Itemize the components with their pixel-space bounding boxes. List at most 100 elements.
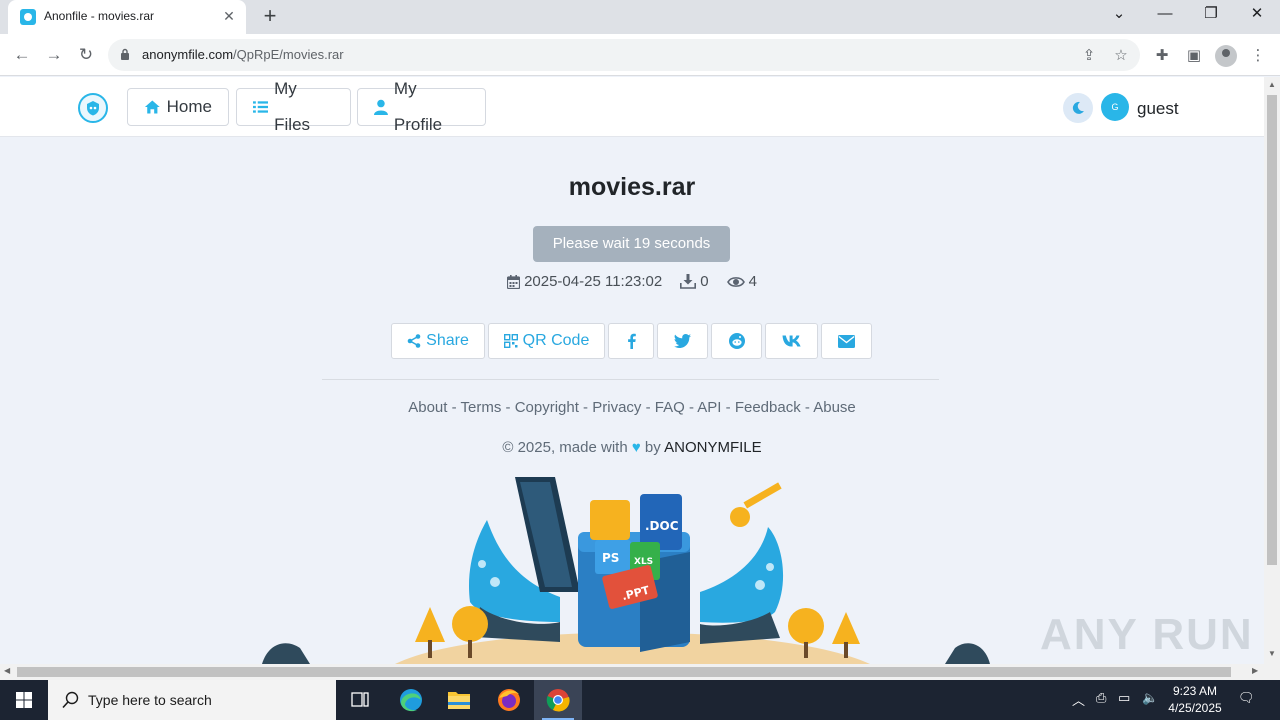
clock-time: 9:23 AM [1172, 684, 1218, 698]
email-share-button[interactable] [821, 323, 872, 359]
qr-code-label: QR Code [522, 332, 590, 349]
site-favicon-icon [20, 9, 36, 25]
reddit-share-button[interactable] [711, 323, 762, 359]
share-page-icon[interactable]: ⇪ [1080, 47, 1098, 65]
vk-share-button[interactable] [765, 323, 818, 359]
username-label[interactable]: guest [1137, 99, 1179, 119]
qr-code-button[interactable]: QR Code [488, 323, 605, 359]
clock-date: 4/25/2025 [1168, 701, 1222, 715]
reddit-icon [728, 333, 745, 349]
home-icon [144, 100, 160, 114]
tray-device-icon[interactable]: ⎙ [1096, 690, 1106, 706]
facebook-icon [627, 333, 636, 349]
download-count-icon [680, 274, 697, 289]
horizontal-scroll-thumb[interactable] [17, 667, 1231, 677]
vertical-scrollbar[interactable]: ▲ ▼ [1264, 77, 1280, 664]
nav-my-files-label: My Files [274, 79, 311, 134]
address-bar[interactable]: anonymfile.com/QpRpE/movies.rar ⇪ ☆ [108, 39, 1140, 71]
tab-search-icon[interactable]: ⌄ [1096, 0, 1142, 30]
nav-home-button[interactable]: Home [127, 88, 229, 126]
svg-text:.DOC: .DOC [645, 519, 679, 533]
tab-close-icon[interactable]: ✕ [220, 7, 238, 25]
footer-link-about[interactable]: About [408, 399, 447, 416]
horizontal-scrollbar[interactable]: ◀ ▶ [0, 664, 1264, 680]
share-button[interactable]: Share [391, 323, 485, 359]
lock-icon [121, 48, 129, 60]
share-icon [407, 334, 421, 348]
notifications-icon[interactable]: 🗨 [1238, 690, 1255, 706]
share-buttons: Share QR Code [391, 323, 872, 359]
list-icon [253, 101, 269, 113]
footer-links: About - Terms - Copyright - Privacy - FA… [408, 399, 856, 416]
side-panel-icon[interactable]: ▣ [1184, 46, 1204, 66]
dark-mode-toggle[interactable] [1063, 93, 1093, 123]
footer-divider [322, 379, 939, 380]
search-placeholder: Type here to search [88, 692, 212, 708]
footer-link-api[interactable]: API [697, 399, 721, 416]
extensions-icon[interactable]: ✚ [1152, 46, 1172, 66]
avatar[interactable]: G [1101, 93, 1129, 121]
restore-button[interactable]: ❐ [1188, 0, 1234, 30]
edge-icon[interactable] [387, 680, 435, 720]
browser-titlebar: Anonfile - movies.rar ✕ + ⌄ — ❐ ✕ [0, 0, 1280, 34]
scroll-up-icon[interactable]: ▲ [1267, 80, 1277, 89]
facebook-share-button[interactable] [608, 323, 654, 359]
vertical-scroll-thumb[interactable] [1267, 95, 1277, 565]
scroll-left-icon[interactable]: ◀ [4, 666, 10, 675]
download-wait-button[interactable]: Please wait 19 seconds [533, 226, 730, 262]
eye-icon [726, 276, 745, 287]
download-count: 0 [700, 273, 709, 290]
taskbar-clock[interactable]: 9:23 AM 4/25/2025 [1160, 683, 1230, 717]
footer-link-faq[interactable]: FAQ [655, 399, 685, 416]
upload-date: 2025-04-25 11:23:02 [524, 273, 663, 290]
site-logo-icon[interactable] [78, 93, 108, 123]
anyrun-watermark: ANY RUN [1040, 610, 1254, 659]
scrollbar-corner [1264, 664, 1280, 680]
scroll-right-icon[interactable]: ▶ [1252, 666, 1258, 675]
footer-link-terms[interactable]: Terms [461, 399, 502, 416]
search-icon [62, 691, 79, 709]
share-label: Share [426, 332, 469, 349]
tab-title: Anonfile - movies.rar [44, 9, 155, 23]
vk-icon [782, 335, 801, 347]
task-view-icon[interactable] [336, 680, 384, 720]
nav-my-profile-button[interactable]: My Profile [357, 79, 486, 134]
back-icon[interactable]: ← [9, 42, 35, 68]
heart-icon: ♥ [631, 439, 641, 456]
twitter-icon [674, 334, 691, 348]
volume-icon[interactable]: 🔈 [1142, 690, 1158, 706]
twitter-share-button[interactable] [657, 323, 708, 359]
nav-my-files-button[interactable]: My Files [236, 79, 351, 134]
close-window-button[interactable]: ✕ [1234, 0, 1280, 30]
tray-chevron-icon[interactable]: ︿ [1072, 690, 1085, 709]
svg-text:XLS: XLS [634, 557, 653, 567]
forward-icon[interactable]: → [41, 42, 67, 68]
reload-icon[interactable]: ↻ [73, 42, 99, 68]
browser-toolbar: ← → ↻ anonymfile.com/QpRpE/movies.rar ⇪ … [0, 34, 1280, 76]
taskbar-search[interactable]: Type here to search [48, 680, 336, 720]
view-count: 4 [748, 273, 757, 290]
nav-home-label: Home [166, 97, 212, 116]
menu-kebab-icon[interactable]: ⋮ [1248, 46, 1268, 66]
site-navbar: Home My Files My Profile G guest [0, 77, 1264, 137]
footer-link-feedback[interactable]: Feedback [735, 399, 801, 416]
minimize-button[interactable]: — [1142, 0, 1188, 30]
browser-tab[interactable]: Anonfile - movies.rar ✕ [8, 0, 246, 34]
network-icon[interactable]: ▭ [1118, 690, 1130, 706]
page-viewport: Home My Files My Profile G guest movies.… [0, 77, 1264, 664]
chrome-icon[interactable] [534, 680, 582, 720]
footer-link-copyright[interactable]: Copyright [515, 399, 579, 416]
start-button[interactable] [0, 680, 48, 720]
windows-taskbar: Type here to search ︿ ⎙ ▭ 🔈 9:23 AM 4/25… [0, 680, 1280, 720]
file-explorer-icon[interactable] [435, 680, 483, 720]
firefox-icon[interactable] [485, 680, 533, 720]
new-tab-button[interactable]: + [258, 5, 282, 29]
qr-code-icon [503, 334, 518, 348]
bookmark-star-icon[interactable]: ☆ [1112, 47, 1130, 65]
scroll-down-icon[interactable]: ▼ [1267, 649, 1277, 658]
profile-icon[interactable] [1215, 45, 1237, 67]
file-meta: 2025-04-25 11:23:02 0 4 [0, 273, 1264, 290]
footer-link-abuse[interactable]: Abuse [813, 399, 856, 416]
brand-link[interactable]: ANONYMFILE [664, 439, 762, 456]
footer-link-privacy[interactable]: Privacy [592, 399, 641, 416]
